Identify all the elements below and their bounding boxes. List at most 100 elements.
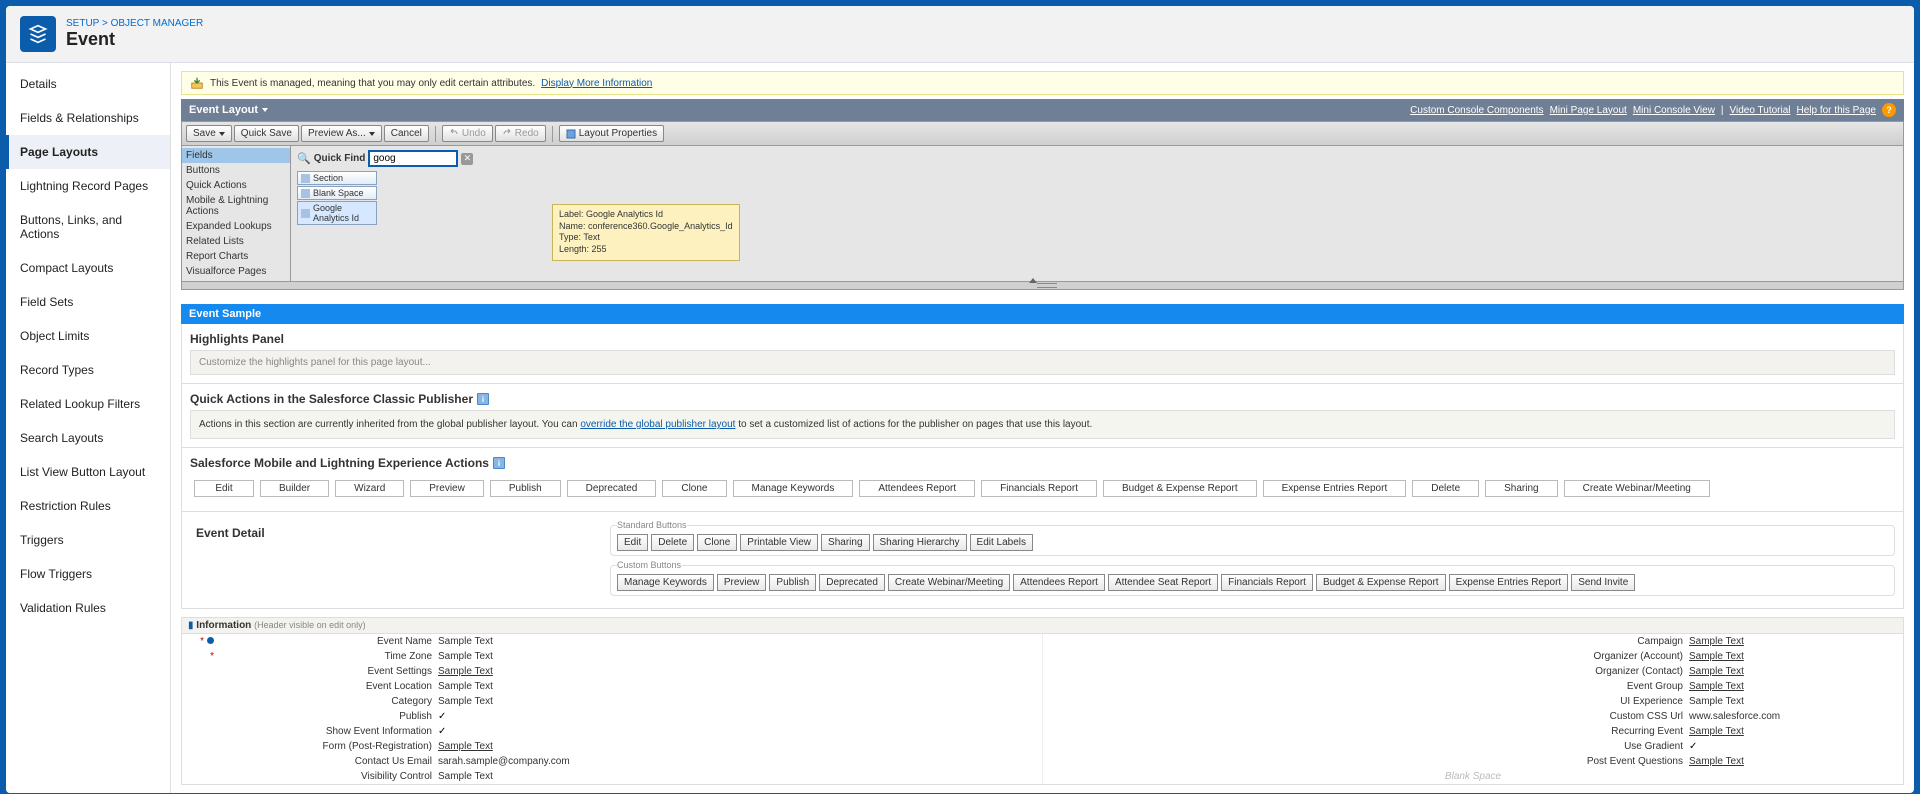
action-chip[interactable]: Deprecated (567, 480, 657, 497)
detail-button[interactable]: Send Invite (1571, 574, 1635, 591)
sidebar-item[interactable]: Details (6, 67, 170, 101)
action-chip[interactable]: Wizard (335, 480, 404, 497)
sample-bar: Event Sample (181, 304, 1904, 324)
detail-button[interactable]: Delete (651, 534, 694, 551)
detail-button[interactable]: Edit Labels (970, 534, 1033, 551)
sidebar-item[interactable]: Object Limits (6, 319, 170, 353)
detail-button[interactable]: Clone (697, 534, 737, 551)
quick-save-button[interactable]: Quick Save (234, 125, 299, 142)
sidebar-item[interactable]: Triggers (6, 523, 170, 557)
sidebar-item[interactable]: Fields & Relationships (6, 101, 170, 135)
sample-link[interactable]: Sample Text (1689, 756, 1744, 767)
layout-properties-button[interactable]: Layout Properties (559, 125, 664, 142)
action-chip[interactable]: Builder (260, 480, 329, 497)
sidebar-item[interactable]: Search Layouts (6, 421, 170, 455)
action-chip[interactable]: Clone (662, 480, 726, 497)
action-chip[interactable]: Create Webinar/Meeting (1564, 480, 1710, 497)
sample-link[interactable]: Sample Text (438, 666, 493, 677)
header-link[interactable]: Mini Page Layout (1550, 105, 1627, 116)
header-link[interactable]: Help for this Page (1797, 105, 1877, 116)
redo-icon (502, 129, 512, 139)
action-chip[interactable]: Publish (490, 480, 561, 497)
sample-link[interactable]: Sample Text (1689, 651, 1744, 662)
sidebar-item[interactable]: Validation Rules (6, 591, 170, 625)
palette-category[interactable]: Fields (182, 148, 290, 163)
action-chip[interactable]: Preview (410, 480, 484, 497)
detail-button[interactable]: Preview (717, 574, 767, 591)
cancel-button[interactable]: Cancel (384, 125, 429, 142)
action-chip[interactable]: Budget & Expense Report (1103, 480, 1257, 497)
sidebar-item[interactable]: Buttons, Links, and Actions (6, 203, 170, 251)
sidebar-item[interactable]: Lightning Record Pages (6, 169, 170, 203)
sidebar-item[interactable]: Field Sets (6, 285, 170, 319)
palette-category[interactable]: Quick Actions (182, 178, 290, 193)
action-chip[interactable]: Delete (1412, 480, 1479, 497)
header-link[interactable]: Video Tutorial (1730, 105, 1791, 116)
display-more-link[interactable]: Display More Information (541, 78, 652, 89)
action-chip[interactable]: Sharing (1485, 480, 1557, 497)
detail-button[interactable]: Attendees Report (1013, 574, 1105, 591)
palette-category[interactable]: Mobile & Lightning Actions (182, 193, 290, 219)
layout-title-dropdown-icon[interactable] (262, 108, 268, 112)
save-button[interactable]: Save (186, 125, 232, 142)
field-value: Sample Text (438, 666, 493, 677)
detail-button[interactable]: Sharing Hierarchy (873, 534, 967, 551)
field-value: ✓ (438, 726, 446, 737)
palette-category[interactable]: Related Lists (182, 234, 290, 249)
action-chip[interactable]: Edit (194, 480, 254, 497)
detail-button[interactable]: Sharing (821, 534, 869, 551)
override-publisher-link[interactable]: override the global publisher layout (580, 419, 735, 430)
info-icon[interactable]: i (477, 393, 489, 405)
action-chip[interactable]: Attendees Report (859, 480, 975, 497)
sidebar-item[interactable]: Restriction Rules (6, 489, 170, 523)
breadcrumb-setup[interactable]: SETUP (66, 18, 99, 29)
detail-button[interactable]: Create Webinar/Meeting (888, 574, 1010, 591)
field-row: Event SettingsSample Text (182, 664, 1042, 679)
detail-button[interactable]: Financials Report (1221, 574, 1313, 591)
sidebar-item[interactable]: Page Layouts (6, 135, 170, 169)
detail-button[interactable]: Budget & Expense Report (1316, 574, 1446, 591)
sidebar-item[interactable]: List View Button Layout (6, 455, 170, 489)
action-chip[interactable]: Financials Report (981, 480, 1097, 497)
controlling-icon (207, 637, 214, 644)
sidebar-item[interactable]: Flow Triggers (6, 557, 170, 591)
detail-button[interactable]: Printable View (740, 534, 818, 551)
palette-category[interactable]: Visualforce Pages (182, 264, 290, 279)
sidebar-item[interactable]: Compact Layouts (6, 251, 170, 285)
detail-button[interactable]: Deprecated (819, 574, 885, 591)
preview-as-button[interactable]: Preview As... (301, 125, 382, 142)
undo-button[interactable]: Undo (442, 125, 493, 142)
quick-find-clear[interactable]: ✕ (461, 153, 473, 165)
header-link[interactable]: Custom Console Components (1410, 105, 1543, 116)
palette-category[interactable]: Buttons (182, 163, 290, 178)
palette-item[interactable]: Section (297, 171, 377, 185)
detail-button[interactable]: Manage Keywords (617, 574, 714, 591)
action-chip[interactable]: Expense Entries Report (1263, 480, 1407, 497)
palette-category[interactable]: Report Charts (182, 249, 290, 264)
palette-resize-handle[interactable] (181, 282, 1904, 290)
redo-button[interactable]: Redo (495, 125, 546, 142)
help-icon[interactable]: ? (1882, 103, 1896, 117)
breadcrumb-object-manager[interactable]: OBJECT MANAGER (111, 18, 204, 29)
sample-link[interactable]: Sample Text (1689, 726, 1744, 737)
palette-category[interactable]: Expanded Lookups (182, 219, 290, 234)
header-link[interactable]: Mini Console View (1633, 105, 1715, 116)
sample-link[interactable]: Sample Text (1689, 636, 1744, 647)
sample-link[interactable]: Sample Text (438, 741, 493, 752)
detail-button[interactable]: Attendee Seat Report (1108, 574, 1218, 591)
sidebar-item[interactable]: Related Lookup Filters (6, 387, 170, 421)
info-icon[interactable]: i (493, 457, 505, 469)
quick-find-input[interactable] (368, 150, 458, 167)
palette-item[interactable]: Google Analytics Id (297, 201, 377, 225)
sample-link[interactable]: Sample Text (1689, 666, 1744, 677)
detail-button[interactable]: Edit (617, 534, 648, 551)
blank-space-row: Blank Space (1043, 769, 1903, 784)
sidebar-item[interactable]: Record Types (6, 353, 170, 387)
palette-item[interactable]: Blank Space (297, 186, 377, 200)
field-label: Event Location (218, 681, 438, 692)
sample-link[interactable]: Sample Text (1689, 681, 1744, 692)
action-chip[interactable]: Manage Keywords (733, 480, 854, 497)
detail-button[interactable]: Publish (769, 574, 816, 591)
highlights-body[interactable]: Customize the highlights panel for this … (190, 350, 1895, 375)
detail-button[interactable]: Expense Entries Report (1449, 574, 1569, 591)
